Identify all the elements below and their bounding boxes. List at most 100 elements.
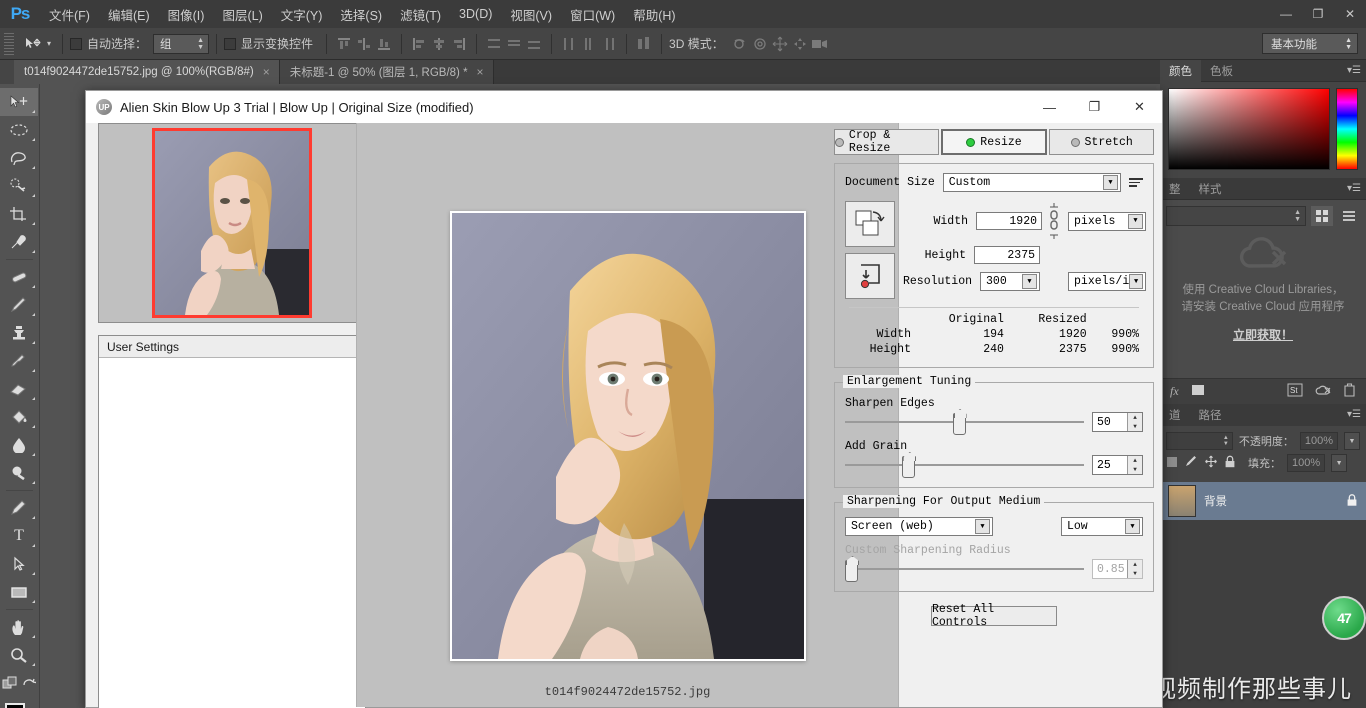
- tab-paths[interactable]: 路径: [1190, 404, 1231, 426]
- distribute-left-edges-icon[interactable]: [559, 34, 579, 54]
- menu-filter[interactable]: 滤镜(T): [391, 1, 450, 28]
- tab-styles[interactable]: 样式: [1190, 178, 1231, 200]
- units-dropdown[interactable]: pixels ▼: [1068, 211, 1147, 231]
- status-badge[interactable]: 47: [1322, 596, 1366, 640]
- dialog-maximize-button[interactable]: ❐: [1072, 91, 1117, 123]
- stepper-down-icon[interactable]: ▼: [1128, 422, 1142, 431]
- menu-view[interactable]: 视图(V): [501, 1, 561, 28]
- clone-stamp-tool[interactable]: [0, 319, 38, 347]
- resolution-units-dropdown[interactable]: pixels/i ▼: [1068, 272, 1147, 291]
- creative-cloud-off-small-icon[interactable]: [1315, 384, 1331, 400]
- rectangle-tool[interactable]: [0, 578, 38, 606]
- tab-channels[interactable]: 道: [1160, 404, 1190, 426]
- slide-3d-object-icon[interactable]: [790, 34, 810, 54]
- align-top-edges-icon[interactable]: [334, 34, 354, 54]
- foreground-color-swatch[interactable]: [5, 703, 25, 708]
- elliptical-marquee-tool[interactable]: [0, 116, 38, 144]
- fx-icon[interactable]: fx: [1170, 384, 1179, 399]
- blur-tool[interactable]: [0, 431, 38, 459]
- auto-select-checkbox[interactable]: [70, 37, 83, 50]
- sharpen-edges-stepper[interactable]: 50 ▲ ▼: [1092, 412, 1143, 432]
- tab-resize[interactable]: Resize: [940, 129, 1048, 155]
- align-left-edges-icon[interactable]: [409, 34, 429, 54]
- show-transform-checkbox[interactable]: [224, 37, 237, 50]
- lock-position-icon[interactable]: [1204, 455, 1218, 471]
- tab-color[interactable]: 颜色: [1160, 59, 1201, 82]
- align-panel-icon[interactable]: [634, 34, 654, 54]
- menu-type[interactable]: 文字(Y): [272, 1, 332, 28]
- sharpen-edges-value[interactable]: 50: [1093, 413, 1127, 431]
- minimize-button[interactable]: —: [1270, 0, 1302, 28]
- distribute-vertical-centers-icon[interactable]: [504, 34, 524, 54]
- menu-layer[interactable]: 图层(L): [213, 1, 271, 28]
- distribute-horizontal-centers-icon[interactable]: [579, 34, 599, 54]
- panel-menu-icon[interactable]: ▾☰: [1347, 183, 1361, 194]
- image-preview-column[interactable]: t014f9024472de15752.jpg: [356, 123, 899, 707]
- document-tab-2[interactable]: 未标题-1 @ 50% (图层 1, RGB/8) * ×: [279, 60, 494, 84]
- panel-menu-icon[interactable]: ▾☰: [1347, 409, 1361, 420]
- fill-value[interactable]: 100%: [1287, 454, 1326, 472]
- brush-tool[interactable]: [0, 291, 38, 319]
- crop-tool[interactable]: [0, 200, 38, 228]
- path-selection-tool[interactable]: [0, 550, 38, 578]
- delete-layer-icon[interactable]: [1343, 383, 1356, 400]
- chevron-down-icon[interactable]: ▼: [1331, 454, 1348, 472]
- quick-selection-tool[interactable]: [0, 172, 38, 200]
- distribute-bottom-edges-icon[interactable]: [524, 34, 544, 54]
- stepper-down-icon[interactable]: ▼: [1128, 465, 1142, 474]
- document-tab-1[interactable]: t014f9024472de15752.jpg @ 100%(RGB/8#) ×: [14, 60, 280, 84]
- spot-healing-brush-tool[interactable]: [0, 263, 38, 291]
- swap-orientation-button[interactable]: [845, 201, 895, 247]
- pen-tool[interactable]: [0, 494, 38, 522]
- rotate-3d-object-icon[interactable]: [730, 34, 750, 54]
- grid-view-icon[interactable]: [1311, 206, 1333, 226]
- stepper-up-icon[interactable]: ▲: [1128, 456, 1142, 465]
- menu-window[interactable]: 窗口(W): [561, 1, 624, 28]
- navigator-thumbnail-panel[interactable]: [98, 123, 366, 323]
- lock-image-pixels-icon[interactable]: [1184, 455, 1198, 471]
- list-view-icon[interactable]: [1338, 206, 1360, 226]
- add-grain-stepper[interactable]: 25 ▲ ▼: [1092, 455, 1143, 475]
- align-vertical-centers-icon[interactable]: [354, 34, 374, 54]
- close-icon[interactable]: ×: [263, 65, 270, 79]
- document-size-dropdown[interactable]: Custom ▼: [942, 173, 1121, 192]
- hand-tool[interactable]: [0, 613, 38, 641]
- dialog-close-button[interactable]: ✕: [1117, 91, 1162, 123]
- auto-select-dropdown[interactable]: 组 ▲ ▼: [153, 33, 210, 54]
- menu-image[interactable]: 图像(I): [159, 1, 214, 28]
- layer-row-background[interactable]: 背景: [1160, 482, 1366, 520]
- align-bottom-edges-icon[interactable]: [374, 34, 394, 54]
- preset-menu-icon[interactable]: [1129, 178, 1143, 187]
- chevron-down-icon[interactable]: ▼: [1344, 432, 1360, 450]
- tab-crop-and-resize[interactable]: Crop & Resize: [834, 129, 939, 155]
- color-field[interactable]: [1168, 88, 1330, 170]
- align-right-edges-icon[interactable]: [449, 34, 469, 54]
- close-button[interactable]: ✕: [1334, 0, 1366, 28]
- align-horizontal-centers-icon[interactable]: [429, 34, 449, 54]
- hue-slider[interactable]: [1336, 88, 1358, 170]
- zoom-tool[interactable]: [0, 641, 38, 669]
- menu-select[interactable]: 选择(S): [331, 1, 391, 28]
- options-bar-grip[interactable]: [4, 32, 14, 55]
- type-tool[interactable]: T: [0, 522, 38, 550]
- dodge-tool[interactable]: [0, 459, 38, 487]
- close-icon[interactable]: ×: [477, 65, 484, 79]
- menu-3d[interactable]: 3D(D): [450, 3, 501, 25]
- menu-edit[interactable]: 编辑(E): [99, 1, 159, 28]
- workspace-selector[interactable]: 基本功能 ▲ ▼: [1262, 33, 1358, 54]
- sharpening-amount-dropdown[interactable]: Low ▼: [1061, 517, 1143, 536]
- tab-adjustments[interactable]: 整: [1160, 178, 1190, 200]
- move-tool-options-icon[interactable]: ▾: [20, 36, 55, 52]
- eyedropper-tool[interactable]: [0, 228, 38, 256]
- width-input[interactable]: 1920: [976, 212, 1043, 230]
- output-medium-dropdown[interactable]: Screen (web) ▼: [845, 517, 993, 536]
- menu-file[interactable]: 文件(F): [40, 1, 99, 28]
- slider-knob[interactable]: [952, 413, 966, 435]
- stepper-buttons[interactable]: ▲ ▼: [1127, 413, 1142, 431]
- color-picker[interactable]: [1160, 82, 1366, 178]
- resolution-dropdown[interactable]: 300 ▼: [980, 272, 1041, 291]
- paint-bucket-tool[interactable]: [0, 403, 38, 431]
- maximize-button[interactable]: ❐: [1302, 0, 1334, 28]
- dialog-minimize-button[interactable]: —: [1027, 91, 1072, 123]
- menu-help[interactable]: 帮助(H): [624, 1, 684, 28]
